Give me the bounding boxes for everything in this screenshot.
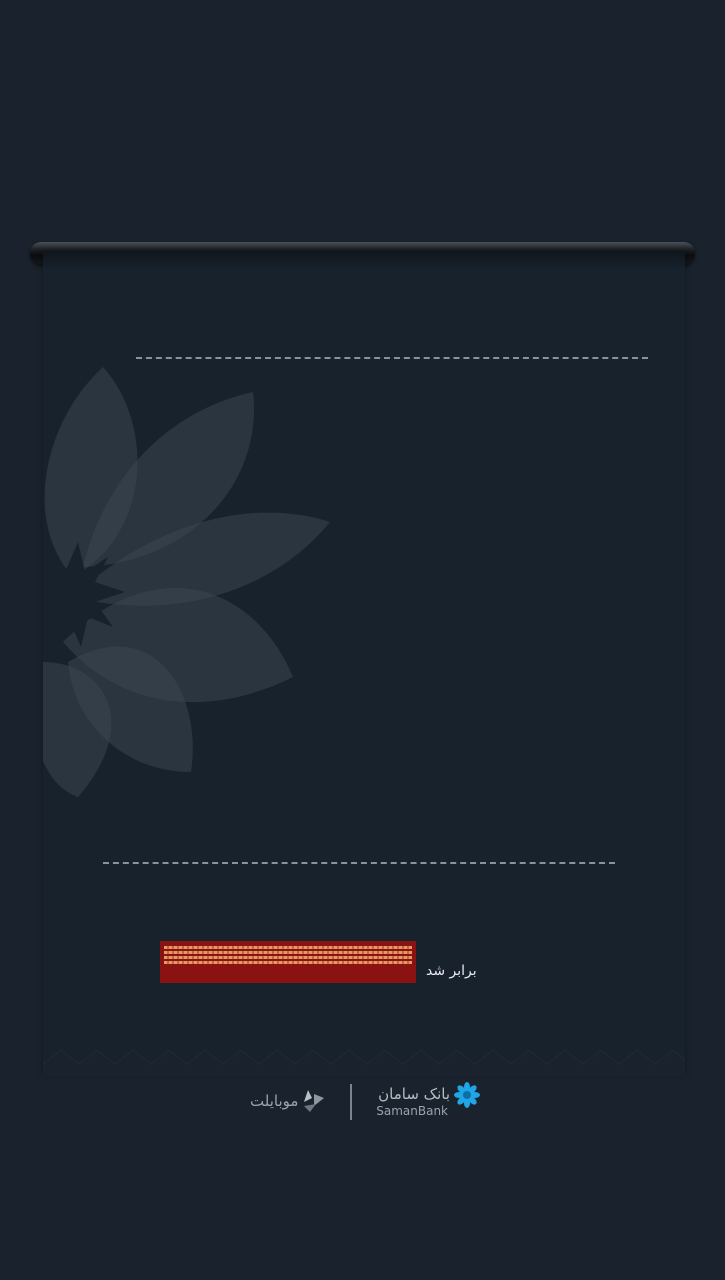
amount-suffix-label: برابر شد <box>426 963 477 979</box>
saman-flower-watermark-icon <box>43 367 330 797</box>
bottom-dashed-separator <box>103 862 615 864</box>
receipt-screen: برابر شد موبایلت بانک سامان SamanBank <box>0 0 725 1280</box>
bank-name-en: SamanBank <box>376 1104 448 1118</box>
saman-flower-icon <box>454 1082 480 1108</box>
footer-divider <box>350 1084 352 1120</box>
bank-name-fa: بانک سامان <box>378 1085 450 1103</box>
mobilet-label: موبایلت <box>250 1092 299 1110</box>
receipt-shade <box>43 252 685 270</box>
mobilet-logo-icon <box>304 1090 325 1112</box>
top-dashed-separator <box>136 357 648 359</box>
receipt-torn-edge <box>43 1049 685 1076</box>
mobilet-logo: موبایلت <box>250 1088 328 1114</box>
amount-redaction <box>160 941 416 983</box>
saman-bank-logo: بانک سامان SamanBank <box>358 1082 480 1122</box>
footer-branding: موبایلت بانک سامان SamanBank <box>250 1080 480 1124</box>
amount-row <box>160 941 416 983</box>
